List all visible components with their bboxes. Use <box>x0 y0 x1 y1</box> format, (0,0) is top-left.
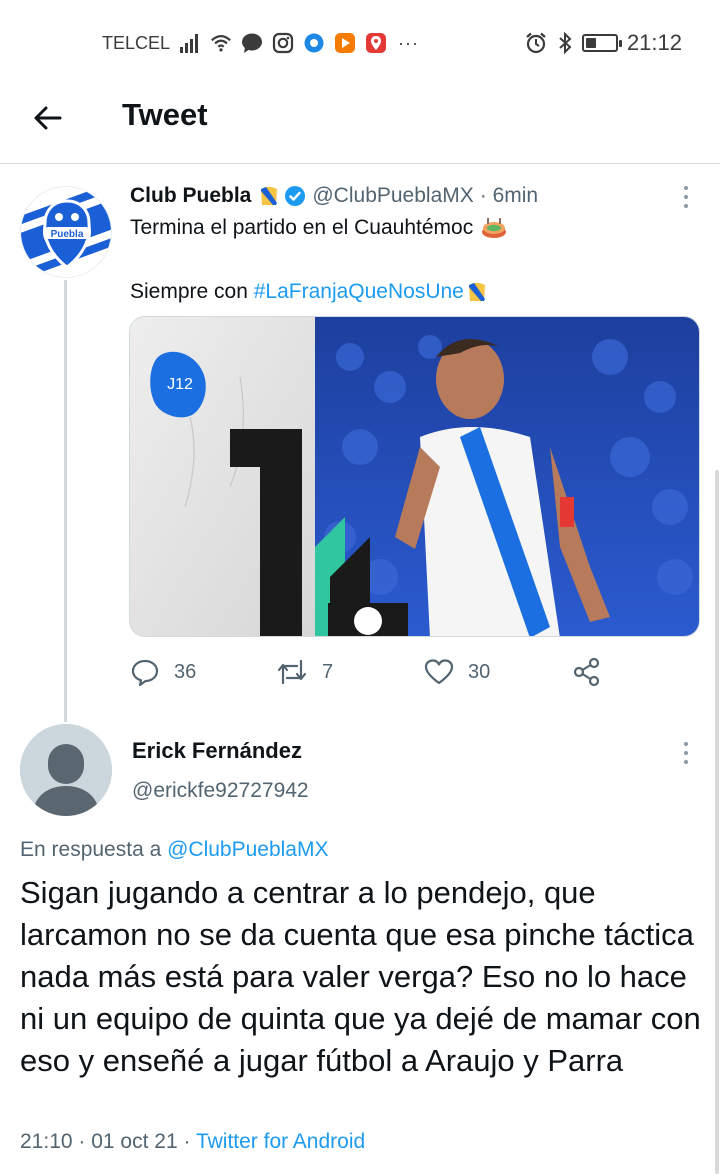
tweet-text-prefix: Siempre con <box>130 280 254 303</box>
thread-connector-line <box>64 280 67 722</box>
tweet-text-line-2: Siempre con #LaFranjaQueNosUne <box>130 280 488 304</box>
in-reply-prefix: En respuesta a <box>20 838 168 861</box>
in-reply-to: En respuesta a @ClubPueblaMX <box>20 838 329 862</box>
match-result-graphic: J12 <box>130 317 699 636</box>
reply-author-handle[interactable]: @erickfe92727942 <box>132 779 309 803</box>
share-icon <box>573 657 600 687</box>
tweet-actions-bar: 36 7 30 <box>130 652 610 692</box>
instagram-icon <box>272 32 294 54</box>
stadium-emoji-icon <box>482 218 507 238</box>
hashtag-link[interactable]: #LaFranjaQueNosUne <box>254 280 464 304</box>
media-app-icon <box>335 33 356 53</box>
tweet-author-handle[interactable]: @ClubPueblaMX <box>312 184 473 208</box>
tweet-time-ago[interactable]: · 6min <box>480 184 538 208</box>
in-reply-mention-link[interactable]: @ClubPueblaMX <box>167 838 328 861</box>
reply-count: 36 <box>174 660 197 683</box>
reply-text: Sigan jugando a centrar a lo pendejo, qu… <box>20 875 701 1078</box>
matchday-badge: J12 <box>167 376 193 393</box>
svg-text:Puebla: Puebla <box>51 229 84 240</box>
messenger-icon <box>304 33 324 53</box>
arrow-left-icon <box>34 106 62 130</box>
tweet-author-row: Club Puebla @ClubPueblaMX · 6min <box>130 184 538 208</box>
like-count: 30 <box>468 660 491 683</box>
jersey-stripe-emoji-icon <box>261 187 278 205</box>
tweet-media-image[interactable]: J12 <box>129 316 700 637</box>
status-bar: TELCEL ··· 21:12 <box>0 0 720 84</box>
like-button[interactable]: 30 <box>424 652 490 692</box>
jersey-stripe-emoji-icon <box>468 283 485 301</box>
scrollbar[interactable] <box>715 470 719 1174</box>
tweet-author-name[interactable]: Club Puebla <box>130 184 251 208</box>
heart-icon <box>424 659 454 685</box>
reply-author-name[interactable]: Erick Fernández <box>132 738 302 764</box>
club-puebla-crest-icon: Puebla <box>21 187 111 277</box>
carrier-label: TELCEL <box>102 32 171 53</box>
reply-meta: 21:10 · 01 oct 21 · Twitter for Android <box>20 1130 366 1153</box>
tweet-text-main: Termina el partido en el Cuauhtémoc <box>130 216 474 239</box>
signal-icon <box>180 34 199 53</box>
tweet-more-button[interactable] <box>674 182 698 212</box>
verified-badge-icon <box>285 186 306 206</box>
retweet-button[interactable]: 7 <box>276 652 333 692</box>
top-app-bar: Tweet <box>0 84 720 164</box>
reply-button[interactable]: 36 <box>130 652 196 692</box>
erick-avatar[interactable] <box>20 724 112 816</box>
reply-bubble-icon <box>131 659 159 687</box>
page-title: Tweet <box>122 97 208 132</box>
alarm-icon <box>526 32 546 54</box>
reply-more-button[interactable] <box>674 738 698 768</box>
reply-date: 01 oct 21 <box>91 1130 178 1153</box>
maps-icon <box>366 33 387 53</box>
reply-time: 21:10 <box>20 1130 73 1153</box>
reply-source-link[interactable]: Twitter for Android <box>196 1130 365 1153</box>
retweet-count: 7 <box>322 660 334 683</box>
back-button[interactable] <box>28 98 68 138</box>
clock: 21:12 <box>626 30 682 55</box>
more-notifications-indicator: ··· <box>398 32 420 53</box>
default-avatar-icon <box>20 724 112 816</box>
battery-icon <box>581 34 622 52</box>
share-button[interactable] <box>572 652 602 692</box>
club-puebla-avatar[interactable]: Puebla <box>20 186 112 278</box>
retweet-icon <box>277 659 307 685</box>
wifi-icon <box>211 35 231 52</box>
chat-bubble-icon <box>242 33 263 53</box>
bluetooth-icon <box>559 31 572 55</box>
tweet-text-line-1: Termina el partido en el Cuauhtémoc <box>130 216 507 240</box>
